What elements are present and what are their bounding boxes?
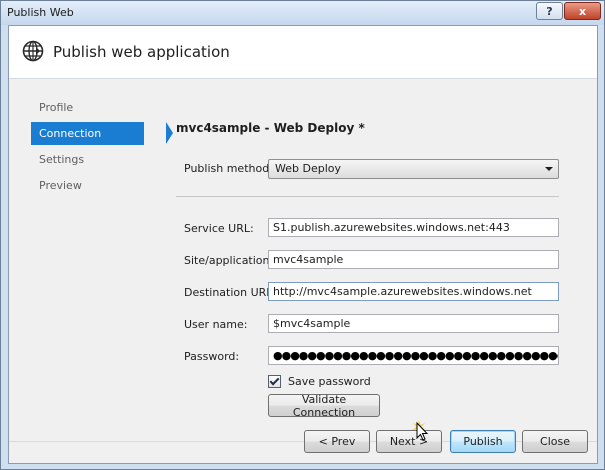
window-title: Publish Web <box>7 6 74 19</box>
user-name-label: User name: <box>184 318 248 331</box>
user-name-input[interactable] <box>268 314 559 333</box>
nav-item-label: Settings <box>39 153 85 166</box>
nav-item-label: Preview <box>39 179 82 192</box>
publish-method-select[interactable]: Web Deploy <box>268 159 559 179</box>
checkmark-icon <box>269 375 280 386</box>
nav-item-settings[interactable]: Settings <box>31 148 144 171</box>
site-application-input[interactable] <box>268 250 559 269</box>
service-url-input[interactable] <box>268 218 559 237</box>
password-label: Password: <box>184 350 240 363</box>
nav-item-preview[interactable]: Preview <box>31 174 144 197</box>
publish-button[interactable]: Publish <box>450 430 516 453</box>
validate-connection-button[interactable]: Validate Connection <box>268 393 380 419</box>
profile-heading: mvc4sample - Web Deploy * <box>176 121 365 135</box>
prev-button[interactable]: < Prev <box>304 430 370 453</box>
section-divider <box>176 196 559 197</box>
publish-web-dialog: Publish Web ? x Publish web application … <box>0 0 605 470</box>
title-bar[interactable]: Publish Web ? x <box>1 1 604 25</box>
nav-item-profile[interactable]: Profile <box>31 96 144 119</box>
nav-item-connection[interactable]: Connection <box>31 122 173 145</box>
mouse-cursor-icon <box>412 420 429 441</box>
wizard-body: Profile Connection Settings Preview mvc4… <box>9 79 597 463</box>
close-button[interactable]: Close <box>522 430 588 453</box>
nav-item-label: Connection <box>39 127 102 140</box>
destination-url-label: Destination URL: <box>184 286 277 299</box>
publish-method-label: Publish method: <box>184 162 273 175</box>
chevron-down-icon <box>545 167 553 171</box>
service-url-label: Service URL: <box>184 222 254 235</box>
site-application-label: Site/application: <box>184 254 274 267</box>
password-input[interactable]: ●●●●●●●●●●●●●●●●●●●●●●●●●●●●●●●●●●●●●●●●… <box>268 346 559 365</box>
save-password-label[interactable]: Save password <box>288 375 371 388</box>
wizard-title: Publish web application <box>53 43 230 61</box>
save-password-checkbox[interactable] <box>268 375 281 388</box>
help-button[interactable]: ? <box>536 2 563 20</box>
wizard-header: Publish web application <box>9 26 597 78</box>
active-step-arrow <box>166 122 173 144</box>
dialog-client-area: Publish web application Profile Connecti… <box>8 25 598 464</box>
globe-publish-icon <box>22 40 44 62</box>
destination-url-input[interactable] <box>268 282 559 301</box>
publish-method-value: Web Deploy <box>275 162 341 175</box>
close-window-button[interactable]: x <box>564 2 601 20</box>
nav-item-label: Profile <box>39 101 74 114</box>
